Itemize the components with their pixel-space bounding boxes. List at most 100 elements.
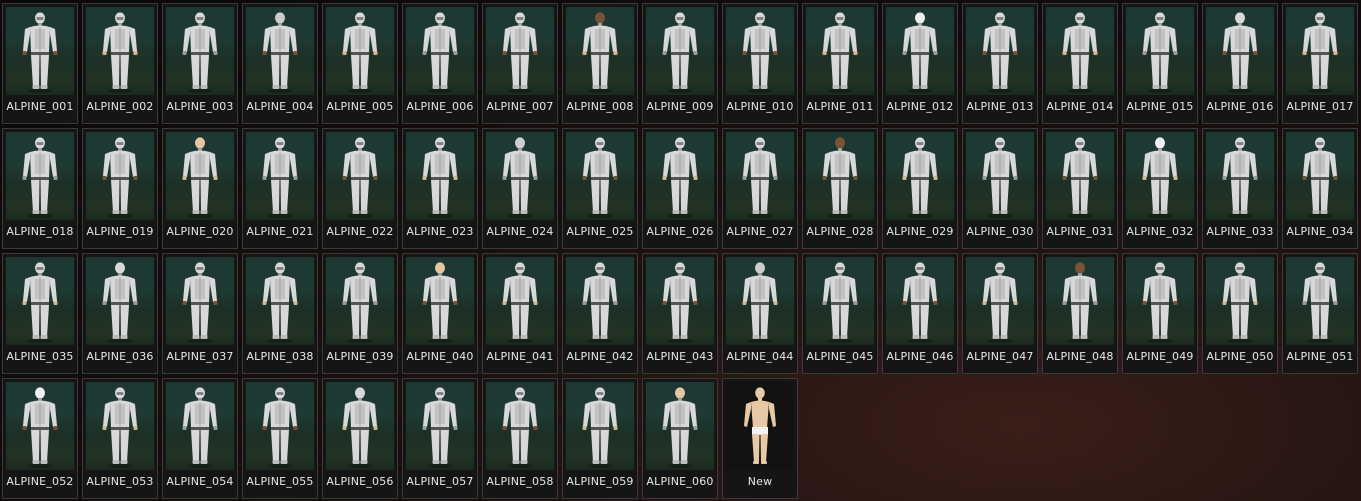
outfit-tile[interactable]: ALPINE_032 <box>1122 128 1198 249</box>
outfit-label: ALPINE_046 <box>886 350 954 363</box>
outfit-tile[interactable]: ALPINE_022 <box>322 128 398 249</box>
outfit-label: ALPINE_027 <box>726 225 794 238</box>
outfit-figure-icon <box>1286 132 1354 220</box>
outfit-tile[interactable]: ALPINE_029 <box>882 128 958 249</box>
outfit-tile[interactable]: ALPINE_009 <box>642 3 718 124</box>
outfit-tile[interactable]: ALPINE_027 <box>722 128 798 249</box>
outfit-tile[interactable]: ALPINE_057 <box>402 378 478 499</box>
outfit-label: ALPINE_056 <box>326 475 394 488</box>
outfit-figure-icon <box>966 132 1034 220</box>
outfit-tile[interactable]: ALPINE_008 <box>562 3 638 124</box>
outfit-tile[interactable]: ALPINE_005 <box>322 3 398 124</box>
outfit-figure-icon <box>6 382 74 470</box>
outfit-figure-icon <box>566 132 634 220</box>
outfit-tile[interactable]: ALPINE_031 <box>1042 128 1118 249</box>
outfit-tile[interactable]: ALPINE_051 <box>1282 253 1358 374</box>
outfit-label: ALPINE_019 <box>86 225 154 238</box>
outfit-figure-icon <box>566 7 634 95</box>
outfit-label: ALPINE_039 <box>326 350 394 363</box>
outfit-tile[interactable]: ALPINE_007 <box>482 3 558 124</box>
outfit-label: ALPINE_022 <box>326 225 394 238</box>
outfit-tile[interactable]: ALPINE_059 <box>562 378 638 499</box>
outfit-tile[interactable]: ALPINE_042 <box>562 253 638 374</box>
outfit-tile[interactable]: ALPINE_044 <box>722 253 798 374</box>
outfit-tile[interactable]: ALPINE_010 <box>722 3 798 124</box>
outfit-tile[interactable]: ALPINE_002 <box>82 3 158 124</box>
outfit-tile[interactable]: ALPINE_055 <box>242 378 318 499</box>
new-outfit-button[interactable]: New <box>722 378 798 499</box>
outfit-figure-icon <box>486 257 554 345</box>
outfit-figure-icon <box>566 257 634 345</box>
outfit-tile[interactable]: ALPINE_058 <box>482 378 558 499</box>
outfit-tile[interactable]: ALPINE_046 <box>882 253 958 374</box>
outfit-tile[interactable]: ALPINE_038 <box>242 253 318 374</box>
outfit-tile[interactable]: ALPINE_018 <box>2 128 78 249</box>
outfit-label: ALPINE_015 <box>1126 100 1194 113</box>
outfit-figure-icon <box>406 382 474 470</box>
outfit-tile[interactable]: ALPINE_036 <box>82 253 158 374</box>
outfit-tile[interactable]: ALPINE_049 <box>1122 253 1198 374</box>
outfit-tile[interactable]: ALPINE_054 <box>162 378 238 499</box>
outfit-tile[interactable]: ALPINE_011 <box>802 3 878 124</box>
outfit-tile[interactable]: ALPINE_028 <box>802 128 878 249</box>
outfit-tile[interactable]: ALPINE_014 <box>1042 3 1118 124</box>
outfit-figure-icon <box>806 7 874 95</box>
outfit-tile[interactable]: ALPINE_024 <box>482 128 558 249</box>
outfit-tile[interactable]: ALPINE_040 <box>402 253 478 374</box>
outfit-figure-icon <box>646 7 714 95</box>
outfit-tile[interactable]: ALPINE_020 <box>162 128 238 249</box>
outfit-tile[interactable]: ALPINE_056 <box>322 378 398 499</box>
outfit-tile[interactable]: ALPINE_037 <box>162 253 238 374</box>
outfit-tile[interactable]: ALPINE_019 <box>82 128 158 249</box>
outfit-tile[interactable]: ALPINE_021 <box>242 128 318 249</box>
outfit-tile[interactable]: ALPINE_015 <box>1122 3 1198 124</box>
outfit-figure-icon <box>726 132 794 220</box>
outfit-figure-icon <box>646 382 714 470</box>
outfit-tile[interactable]: ALPINE_004 <box>242 3 318 124</box>
outfit-label: ALPINE_010 <box>726 100 794 113</box>
outfit-tile[interactable]: ALPINE_043 <box>642 253 718 374</box>
outfit-tile[interactable]: ALPINE_001 <box>2 3 78 124</box>
outfit-tile[interactable]: ALPINE_053 <box>82 378 158 499</box>
outfit-tile[interactable]: ALPINE_012 <box>882 3 958 124</box>
outfit-label: ALPINE_020 <box>166 225 234 238</box>
outfit-figure-icon <box>566 382 634 470</box>
outfit-figure-icon <box>86 382 154 470</box>
outfit-figure-icon <box>326 382 394 470</box>
outfit-tile[interactable]: ALPINE_047 <box>962 253 1038 374</box>
outfit-tile[interactable]: ALPINE_039 <box>322 253 398 374</box>
outfit-tile[interactable]: ALPINE_060 <box>642 378 718 499</box>
outfit-label: ALPINE_004 <box>246 100 314 113</box>
outfit-tile[interactable]: ALPINE_041 <box>482 253 558 374</box>
outfit-figure-icon <box>1046 7 1114 95</box>
outfit-tile[interactable]: ALPINE_003 <box>162 3 238 124</box>
outfit-label: ALPINE_028 <box>806 225 874 238</box>
outfit-tile[interactable]: ALPINE_050 <box>1202 253 1278 374</box>
outfit-figure-icon <box>886 257 954 345</box>
outfit-tile[interactable]: ALPINE_034 <box>1282 128 1358 249</box>
outfit-tile[interactable]: ALPINE_023 <box>402 128 478 249</box>
outfit-figure-icon <box>6 132 74 220</box>
outfit-label: ALPINE_051 <box>1286 350 1354 363</box>
outfit-tile[interactable]: ALPINE_048 <box>1042 253 1118 374</box>
outfit-figure-icon <box>966 7 1034 95</box>
outfit-tile[interactable]: ALPINE_017 <box>1282 3 1358 124</box>
outfit-figure-icon <box>246 132 314 220</box>
outfit-tile[interactable]: ALPINE_016 <box>1202 3 1278 124</box>
outfit-tile[interactable]: ALPINE_025 <box>562 128 638 249</box>
outfit-tile[interactable]: ALPINE_030 <box>962 128 1038 249</box>
outfit-label: ALPINE_006 <box>406 100 474 113</box>
outfit-tile[interactable]: ALPINE_052 <box>2 378 78 499</box>
outfit-tile[interactable]: ALPINE_033 <box>1202 128 1278 249</box>
outfit-label: ALPINE_001 <box>6 100 74 113</box>
outfit-label: ALPINE_014 <box>1046 100 1114 113</box>
outfit-tile[interactable]: ALPINE_045 <box>802 253 878 374</box>
outfit-label: ALPINE_023 <box>406 225 474 238</box>
outfit-label: ALPINE_059 <box>566 475 634 488</box>
outfit-tile[interactable]: ALPINE_026 <box>642 128 718 249</box>
outfit-label: ALPINE_036 <box>86 350 154 363</box>
outfit-label: ALPINE_057 <box>406 475 474 488</box>
outfit-tile[interactable]: ALPINE_035 <box>2 253 78 374</box>
outfit-tile[interactable]: ALPINE_013 <box>962 3 1038 124</box>
outfit-tile[interactable]: ALPINE_006 <box>402 3 478 124</box>
